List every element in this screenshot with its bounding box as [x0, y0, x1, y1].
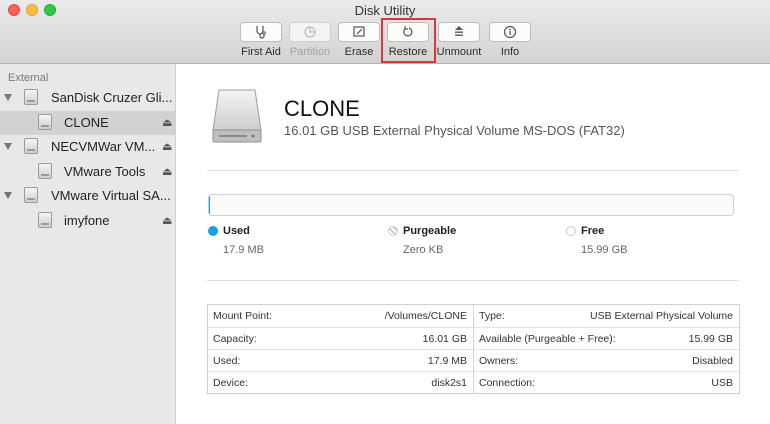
stethoscope-icon — [240, 22, 282, 42]
sidebar-item-necvmwar[interactable]: NECVMWar VM... ⏏ — [0, 135, 176, 159]
info-button[interactable]: Info — [480, 22, 540, 58]
info-key: Owners: — [479, 355, 519, 367]
external-drive-icon — [211, 88, 263, 147]
volume-description: 16.01 GB USB External Physical Volume MS… — [284, 123, 625, 138]
sidebar-item-clone[interactable]: CLONE ⏏ — [0, 111, 176, 135]
disk-icon — [24, 89, 38, 105]
disk-icon — [24, 187, 38, 203]
sidebar-item-label: VMware Tools — [64, 164, 146, 179]
divider — [207, 170, 739, 171]
info-value: Disabled — [692, 355, 733, 367]
sidebar-header: External — [8, 72, 49, 84]
info-key: Capacity: — [213, 333, 257, 345]
unmount-icon — [438, 22, 480, 42]
eject-icon[interactable]: ⏏ — [162, 214, 172, 227]
sidebar: External SanDisk Cruzer Gli... CLONE ⏏ N… — [0, 64, 176, 424]
free-dot-icon — [566, 226, 576, 236]
volume-icon — [38, 163, 52, 179]
info-row-device: Device: disk2s1 — [208, 371, 473, 394]
disk-utility-window: Disk Utility First Aid Partition Erase R… — [0, 0, 770, 424]
volume-icon — [38, 212, 52, 228]
volume-name: CLONE — [284, 96, 360, 121]
info-key: Available (Purgeable + Free): — [479, 333, 616, 345]
info-value: USB — [711, 377, 733, 389]
restore-highlight-annotation — [381, 18, 436, 63]
info-row-owners: Owners: Disabled — [474, 349, 739, 372]
eject-icon[interactable]: ⏏ — [162, 116, 172, 129]
titlebar: Disk Utility First Aid Partition Erase R… — [0, 0, 770, 64]
info-label: Info — [500, 46, 520, 58]
sidebar-item-label: imyfone — [64, 213, 110, 228]
info-key: Used: — [213, 355, 241, 367]
usage-bar-used-fill — [209, 195, 210, 215]
used-dot-icon — [208, 226, 218, 236]
info-icon — [489, 22, 531, 42]
eject-icon[interactable]: ⏏ — [162, 165, 172, 178]
disclosure-triangle-icon[interactable] — [4, 94, 12, 101]
sidebar-item-vmware-virtual[interactable]: VMware Virtual SA... — [0, 184, 176, 208]
info-key: Connection: — [479, 377, 536, 389]
info-key: Device: — [213, 377, 249, 389]
info-row-mount-point: Mount Point: /Volumes/CLONE — [208, 305, 473, 327]
sidebar-item-label: SanDisk Cruzer Gli... — [51, 90, 173, 105]
usage-bar — [208, 194, 734, 216]
pie-chart-icon — [289, 22, 331, 42]
info-value: 15.99 GB — [688, 333, 733, 345]
info-row-connection: Connection: USB — [474, 371, 739, 394]
legend-free-label: Free — [581, 225, 605, 237]
sidebar-item-label: NECVMWar VM... — [51, 139, 156, 154]
info-value: 16.01 GB — [422, 333, 467, 345]
disclosure-triangle-icon[interactable] — [4, 192, 12, 199]
legend-purgeable-value: Zero KB — [403, 244, 444, 256]
legend-free-value: 15.99 GB — [581, 244, 628, 256]
info-value: 17.9 MB — [427, 355, 467, 367]
info-value: /Volumes/CLONE — [384, 310, 467, 322]
sidebar-item-sandisk[interactable]: SanDisk Cruzer Gli... — [0, 86, 176, 110]
eject-icon[interactable]: ⏏ — [162, 140, 172, 153]
sidebar-item-vmware-tools[interactable]: VMware Tools ⏏ — [0, 160, 176, 184]
info-row-used: Used: 17.9 MB — [208, 349, 473, 372]
info-row-available: Available (Purgeable + Free): 15.99 GB — [474, 327, 739, 350]
disclosure-triangle-icon[interactable] — [4, 143, 12, 150]
legend-used-label: Used — [223, 225, 250, 237]
volume-icon — [38, 114, 52, 130]
disk-icon — [24, 138, 38, 154]
info-table: Mount Point: /Volumes/CLONE Capacity: 16… — [207, 304, 740, 394]
info-value: disk2s1 — [431, 377, 467, 389]
divider — [207, 280, 739, 281]
window-title: Disk Utility — [354, 3, 416, 18]
legend-purgeable-label: Purgeable — [403, 225, 457, 237]
sidebar-item-label: VMware Virtual SA... — [51, 188, 171, 203]
info-value: USB External Physical Volume — [590, 310, 733, 322]
legend-used-value: 17.9 MB — [223, 244, 264, 256]
sidebar-item-label: CLONE — [64, 115, 109, 130]
info-key: Mount Point: — [213, 310, 272, 322]
purgeable-dot-icon — [388, 226, 398, 236]
main-panel: CLONE 16.01 GB USB External Physical Vol… — [177, 64, 770, 424]
info-row-capacity: Capacity: 16.01 GB — [208, 327, 473, 350]
erase-icon — [338, 22, 380, 42]
info-row-type: Type: USB External Physical Volume — [474, 305, 739, 327]
sidebar-item-imyfone[interactable]: imyfone ⏏ — [0, 209, 176, 233]
info-key: Type: — [479, 310, 505, 322]
